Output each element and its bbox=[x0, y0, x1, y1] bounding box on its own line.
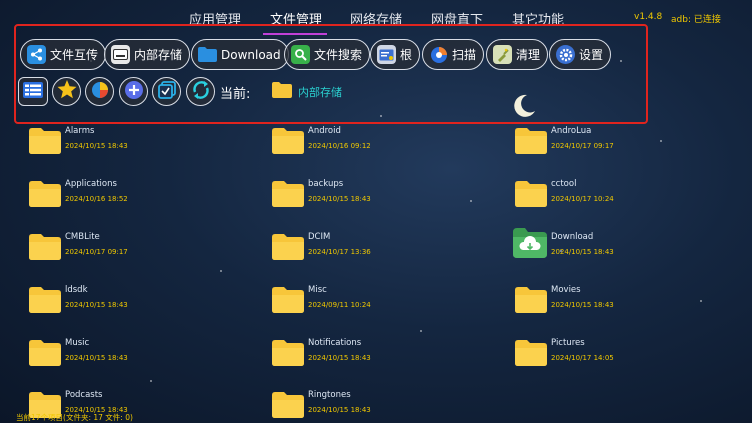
refresh-button[interactable] bbox=[186, 77, 215, 106]
download-folder-icon bbox=[513, 228, 547, 258]
folder-name: Ringtones bbox=[308, 390, 351, 400]
add-button[interactable] bbox=[119, 77, 148, 106]
folder-icon bbox=[272, 128, 304, 154]
folder-icon bbox=[272, 340, 304, 366]
current-path[interactable]: 内部存储 bbox=[298, 84, 342, 100]
file-search-label: 文件搜索 bbox=[314, 48, 363, 62]
file-search-button[interactable]: 文件搜索 bbox=[284, 39, 371, 70]
pie-chart-icon bbox=[91, 81, 109, 103]
multi-select-button[interactable] bbox=[152, 77, 181, 106]
folder-date: 2024/10/15 18:43 bbox=[308, 354, 371, 362]
internal-storage-button[interactable]: 内部存储 bbox=[104, 39, 191, 70]
download-shortcut-button[interactable]: Download bbox=[191, 39, 289, 70]
file-transfer-label: 文件互传 bbox=[50, 48, 99, 62]
folder-name: CMBLite bbox=[65, 232, 100, 242]
folder-date: 2024/10/15 18:43 bbox=[551, 248, 614, 256]
moon-decoration bbox=[511, 93, 537, 119]
folder-icon bbox=[272, 287, 304, 313]
folder-date: 2024/10/16 09:12 bbox=[308, 142, 371, 150]
folder-date: 2024/10/15 18:43 bbox=[551, 301, 614, 309]
storage-icon bbox=[111, 45, 130, 64]
folder-date: 2024/10/15 18:43 bbox=[308, 195, 371, 203]
current-folder-icon bbox=[272, 82, 292, 98]
folder-name: Alarms bbox=[65, 126, 95, 136]
adb-status: adb: 已连接 bbox=[671, 15, 721, 25]
folder-name: Podcasts bbox=[65, 390, 103, 400]
folder-name: Applications bbox=[65, 179, 117, 189]
current-path-label: 当前: bbox=[220, 87, 251, 102]
folder-name: DCIM bbox=[308, 232, 331, 242]
scan-button[interactable]: 扫描 bbox=[422, 39, 485, 70]
folder-date: 2024/10/17 13:36 bbox=[308, 248, 371, 256]
download-shortcut-label: Download bbox=[221, 47, 281, 62]
scan-label: 扫描 bbox=[452, 48, 477, 62]
clean-button[interactable]: 清理 bbox=[486, 39, 549, 70]
folder-date: 2024/09/11 10:24 bbox=[308, 301, 371, 309]
folder-name: Music bbox=[65, 338, 90, 348]
multi-select-icon bbox=[157, 80, 176, 103]
search-icon bbox=[291, 45, 310, 64]
folder-name: Misc bbox=[308, 285, 327, 295]
status-bar: 当前17个项目(文件夹: 17 文件: 0) bbox=[16, 413, 133, 422]
folder-name: ldsdk bbox=[65, 285, 88, 295]
storage-analysis-button[interactable] bbox=[85, 77, 114, 106]
folder-icon bbox=[272, 234, 304, 260]
folder-date: 2024/10/17 09:17 bbox=[551, 142, 614, 150]
folder-date: 2024/10/16 18:52 bbox=[65, 195, 128, 203]
clean-icon bbox=[493, 45, 512, 64]
folder-icon bbox=[29, 234, 61, 260]
folder-icon bbox=[515, 287, 547, 313]
folder-name: Movies bbox=[551, 285, 581, 295]
folder-icon bbox=[272, 392, 304, 418]
star-icon bbox=[57, 80, 77, 103]
folder-icon bbox=[515, 181, 547, 207]
refresh-icon bbox=[191, 80, 211, 104]
settings-label: 设置 bbox=[579, 48, 604, 62]
root-icon bbox=[377, 45, 396, 64]
root-button[interactable]: 根 bbox=[370, 39, 421, 70]
folder-name: Download bbox=[551, 232, 594, 242]
gear-icon bbox=[556, 45, 575, 64]
folder-date: 2024/10/15 18:43 bbox=[65, 354, 128, 362]
folder-date: 2024/10/17 09:17 bbox=[65, 248, 128, 256]
folder-icon bbox=[29, 128, 61, 154]
folder-date: 2024/10/15 18:43 bbox=[65, 301, 128, 309]
folder-date: 2024/10/17 10:24 bbox=[551, 195, 614, 203]
folder-icon bbox=[198, 45, 217, 64]
folder-date: 2024/10/15 18:43 bbox=[308, 406, 371, 414]
folder-name: backups bbox=[308, 179, 344, 189]
folder-name: Android bbox=[308, 126, 341, 136]
folder-icon bbox=[515, 340, 547, 366]
file-transfer-button[interactable]: 文件互传 bbox=[20, 39, 107, 70]
root-label: 根 bbox=[400, 48, 413, 62]
share-icon bbox=[27, 45, 46, 64]
folder-icon bbox=[29, 340, 61, 366]
version-label: v1.4.8 bbox=[634, 12, 663, 22]
scan-icon bbox=[429, 45, 448, 64]
folder-name: Notifications bbox=[308, 338, 362, 348]
folder-date: 2024/10/15 18:43 bbox=[65, 142, 128, 150]
folder-date: 2024/10/17 14:05 bbox=[551, 354, 614, 362]
folder-icon bbox=[272, 181, 304, 207]
folder-name: Pictures bbox=[551, 338, 585, 348]
settings-button[interactable]: 设置 bbox=[549, 39, 612, 70]
folder-icon bbox=[515, 128, 547, 154]
favorites-button[interactable] bbox=[52, 77, 81, 106]
list-view-icon bbox=[23, 81, 43, 102]
add-icon bbox=[124, 80, 144, 104]
folder-icon bbox=[29, 181, 61, 207]
list-view-button[interactable] bbox=[18, 77, 48, 106]
folder-name: cctool bbox=[551, 179, 577, 189]
internal-storage-label: 内部存储 bbox=[134, 48, 183, 62]
clean-label: 清理 bbox=[516, 48, 541, 62]
folder-name: AndroLua bbox=[551, 126, 592, 136]
folder-icon bbox=[29, 287, 61, 313]
